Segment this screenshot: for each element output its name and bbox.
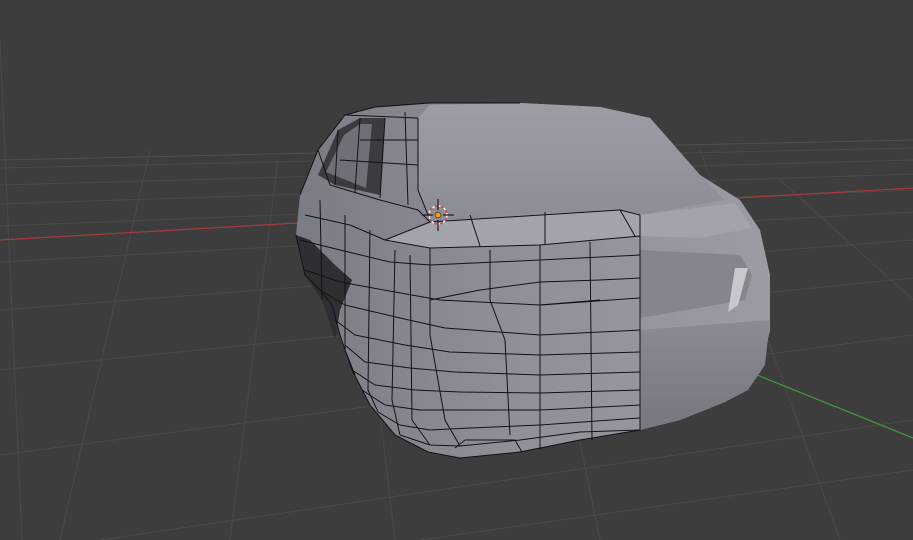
car-rear-mesh[interactable] xyxy=(296,103,770,458)
rear-bumper-surface xyxy=(640,320,770,430)
viewport-canvas[interactable] xyxy=(0,0,913,540)
3d-viewport[interactable] xyxy=(0,0,913,540)
car-roof-surface xyxy=(418,103,725,220)
